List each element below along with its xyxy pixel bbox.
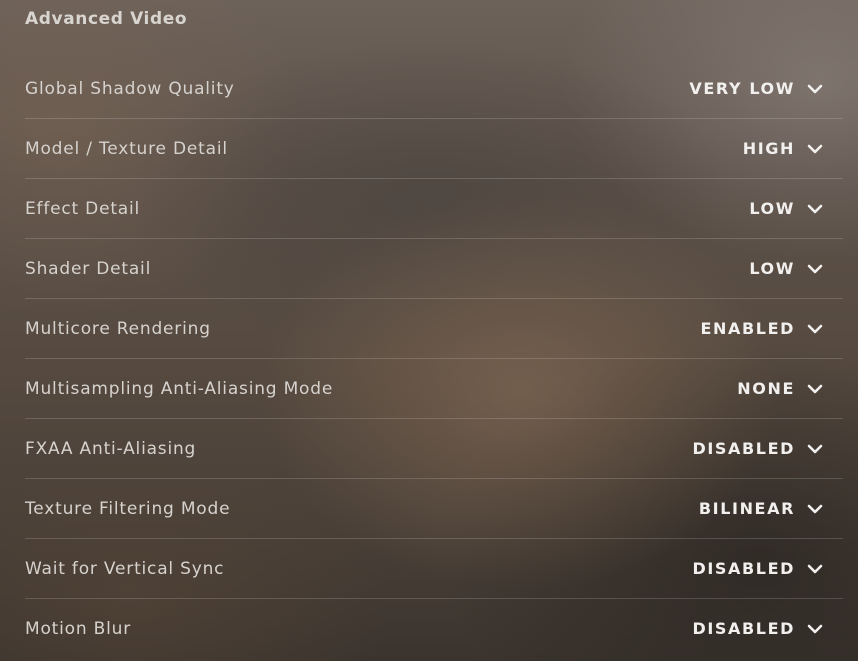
model-texture-detail-dropdown[interactable]: HIGH [743, 129, 843, 169]
chevron-down-icon [807, 624, 823, 633]
setting-label: Model / Texture Detail [25, 138, 228, 159]
motion-blur-dropdown[interactable]: DISABLED [692, 609, 843, 649]
chevron-down-icon [807, 264, 823, 273]
setting-label: Wait for Vertical Sync [25, 558, 225, 579]
setting-row-multicore-rendering: Multicore Rendering ENABLED [25, 299, 843, 359]
setting-label: Texture Filtering Mode [25, 498, 231, 519]
chevron-down-icon [807, 564, 823, 573]
chevron-down-icon [807, 504, 823, 513]
texture-filtering-mode-dropdown[interactable]: BILINEAR [699, 489, 843, 529]
setting-label: Multisampling Anti-Aliasing Mode [25, 378, 334, 399]
setting-value: LOW [749, 199, 795, 218]
setting-value: ENABLED [700, 319, 795, 338]
setting-value: NONE [737, 379, 795, 398]
chevron-down-icon [807, 144, 823, 153]
advanced-video-panel: Advanced Video Global Shadow Quality VER… [0, 0, 858, 661]
setting-value: LOW [749, 259, 795, 278]
setting-label: Multicore Rendering [25, 318, 211, 339]
setting-label: Motion Blur [25, 618, 131, 639]
setting-value: DISABLED [692, 439, 795, 458]
multisampling-anti-aliasing-mode-dropdown[interactable]: NONE [737, 369, 843, 409]
setting-row-global-shadow-quality: Global Shadow Quality VERY LOW [25, 59, 843, 119]
setting-row-multisampling-anti-aliasing-mode: Multisampling Anti-Aliasing Mode NONE [25, 359, 843, 419]
global-shadow-quality-dropdown[interactable]: VERY LOW [689, 69, 843, 109]
setting-label: Effect Detail [25, 198, 141, 219]
setting-value: DISABLED [692, 559, 795, 578]
chevron-down-icon [807, 84, 823, 93]
chevron-down-icon [807, 444, 823, 453]
setting-row-effect-detail: Effect Detail LOW [25, 179, 843, 239]
setting-row-fxaa-anti-aliasing: FXAA Anti-Aliasing DISABLED [25, 419, 843, 479]
setting-value: DISABLED [692, 619, 795, 638]
setting-row-texture-filtering-mode: Texture Filtering Mode BILINEAR [25, 479, 843, 539]
setting-label: Global Shadow Quality [25, 78, 235, 99]
setting-row-wait-for-vertical-sync: Wait for Vertical Sync DISABLED [25, 539, 843, 599]
setting-label: FXAA Anti-Aliasing [25, 438, 197, 459]
setting-value: BILINEAR [698, 499, 795, 518]
effect-detail-dropdown[interactable]: LOW [749, 189, 843, 229]
chevron-down-icon [807, 384, 823, 393]
setting-label: Shader Detail [25, 258, 152, 279]
wait-for-vertical-sync-dropdown[interactable]: DISABLED [692, 549, 843, 589]
settings-list: Global Shadow Quality VERY LOW Model / T… [25, 59, 843, 658]
setting-row-model-texture-detail: Model / Texture Detail HIGH [25, 119, 843, 179]
setting-row-shader-detail: Shader Detail LOW [25, 239, 843, 299]
setting-row-motion-blur: Motion Blur DISABLED [25, 599, 843, 658]
shader-detail-dropdown[interactable]: LOW [749, 249, 843, 289]
chevron-down-icon [807, 204, 823, 213]
multicore-rendering-dropdown[interactable]: ENABLED [700, 309, 843, 349]
section-title: Advanced Video [25, 9, 188, 29]
chevron-down-icon [807, 324, 823, 333]
setting-value: HIGH [742, 139, 795, 158]
fxaa-anti-aliasing-dropdown[interactable]: DISABLED [692, 429, 843, 469]
setting-value: VERY LOW [689, 79, 795, 98]
